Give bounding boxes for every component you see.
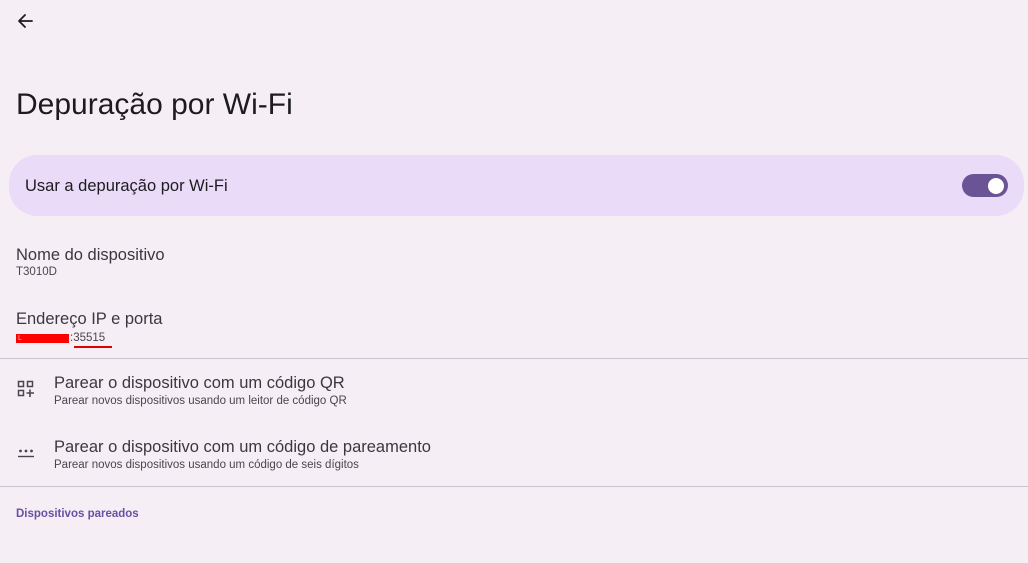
divider (0, 358, 1028, 359)
device-name-title: Nome do dispositivo (16, 246, 165, 264)
redaction-mark: L (18, 335, 22, 342)
device-name-value: T3010D (16, 266, 57, 278)
ip-port-value: :35515 (70, 332, 106, 344)
wifi-debugging-switch[interactable] (962, 174, 1008, 197)
wireless-debugging-screen: Depuração por Wi-Fi Usar a depuração por… (0, 0, 1028, 563)
pair-code-summary: Parear novos dispositivos usando um códi… (54, 459, 359, 471)
pair-qr-title: Parear o dispositivo com um código QR (54, 374, 345, 392)
password-dots-icon (16, 443, 36, 463)
pair-with-qr-code-item[interactable]: Parear o dispositivo com um código QR Pa… (0, 362, 1028, 420)
back-button[interactable] (10, 6, 40, 36)
wifi-debugging-toggle-row[interactable]: Usar a depuração por Wi-Fi (9, 155, 1024, 216)
wifi-debugging-toggle-label: Usar a depuração por Wi-Fi (25, 177, 228, 195)
ip-address-title: Endereço IP e porta (16, 310, 163, 328)
arrow-back-icon (18, 14, 33, 28)
pair-code-title: Parear o dispositivo com um código de pa… (54, 438, 431, 456)
page-title: Depuração por Wi-Fi (16, 88, 293, 121)
divider (0, 486, 1028, 487)
qr-code-scanner-icon (16, 379, 36, 399)
ip-address-item: Endereço IP e porta (0, 304, 1028, 354)
pair-qr-summary: Parear novos dispositivos usando um leit… (54, 395, 347, 407)
pair-with-code-item[interactable]: Parear o dispositivo com um código de pa… (0, 426, 1028, 484)
redaction-bar (16, 334, 69, 343)
paired-devices-header: Dispositivos pareados (16, 508, 139, 520)
switch-thumb (988, 177, 1004, 194)
device-name-item[interactable]: Nome do dispositivo T3010D (0, 240, 1028, 286)
port-underline-annotation (74, 346, 112, 348)
